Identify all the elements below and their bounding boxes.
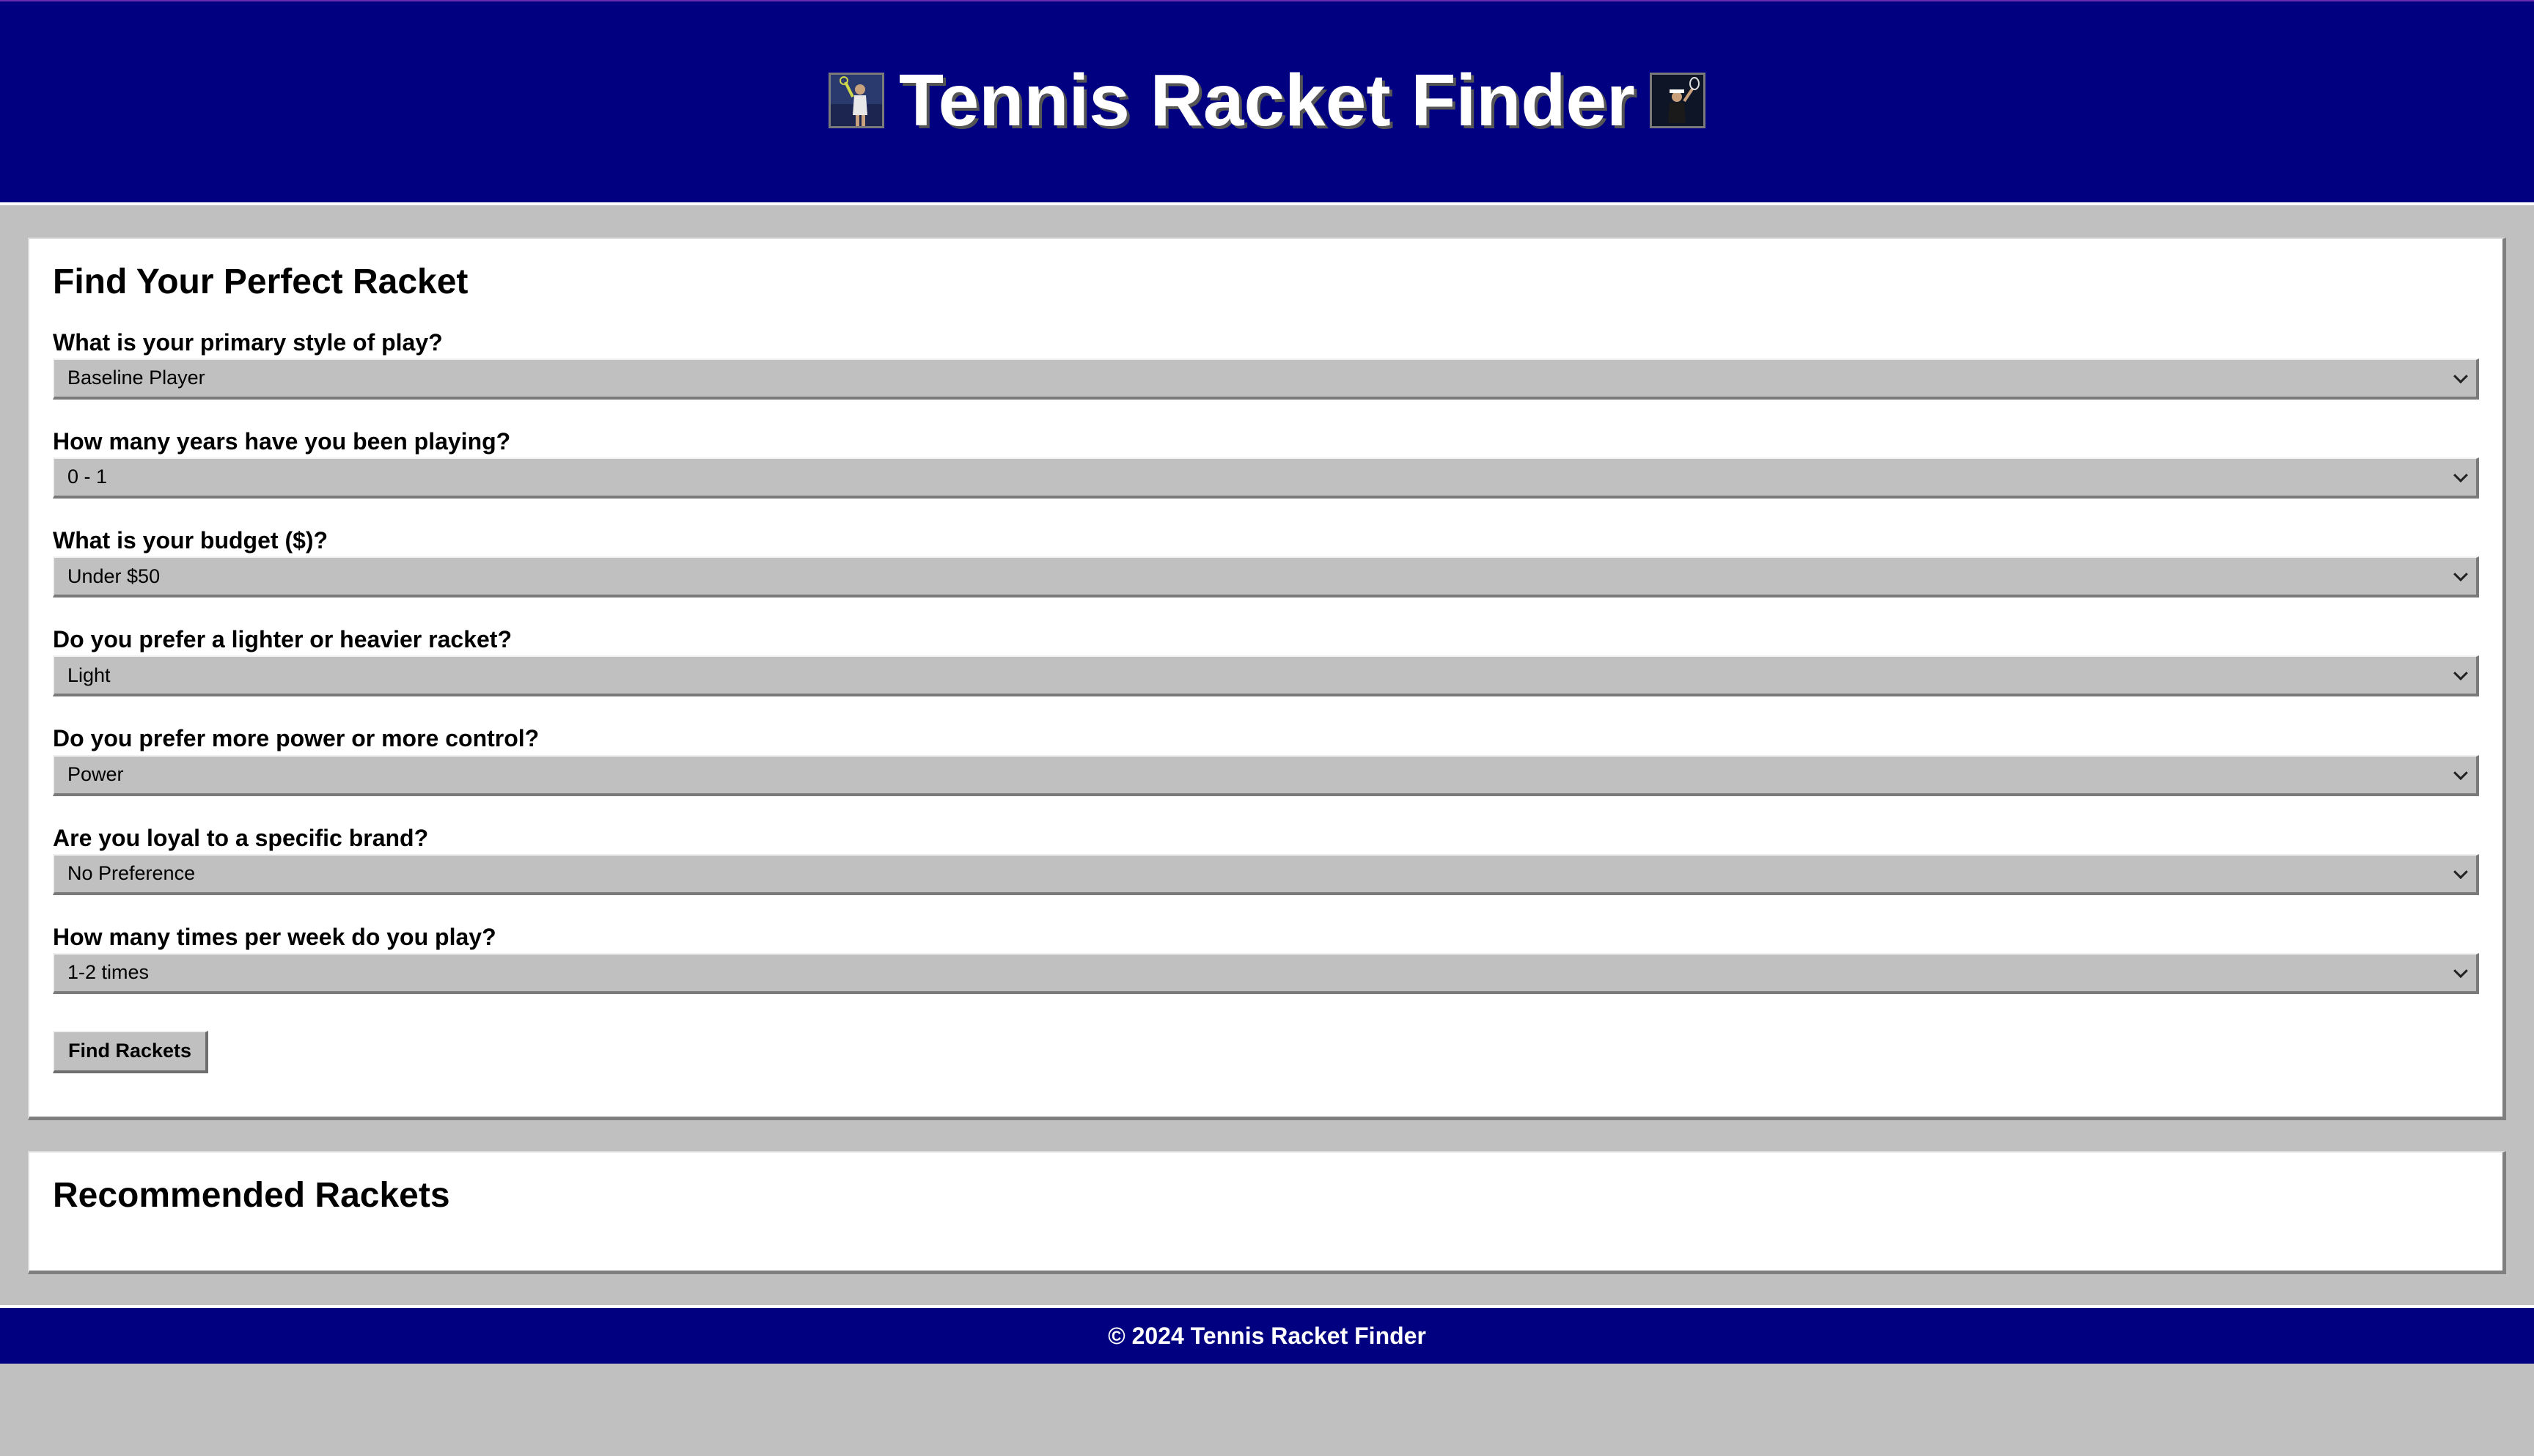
question-years-playing: How many years have you been playing? 0 … — [53, 427, 2479, 499]
question-label: How many times per week do you play? — [53, 923, 496, 950]
chevron-down-icon — [2453, 468, 2468, 483]
racket-finder-form: Find Your Perfect Racket What is your pr… — [28, 238, 2506, 1120]
site-header: Tennis Racket Finder — [0, 0, 2534, 205]
question-budget: What is your budget ($)? Under $50 — [53, 526, 2479, 598]
question-label: Do you prefer a lighter or heavier racke… — [53, 626, 512, 653]
footer-copyright: © 2024 Tennis Racket Finder — [1108, 1322, 1426, 1349]
budget-select[interactable]: Under $50 — [53, 556, 2479, 598]
chevron-down-icon — [2453, 369, 2468, 383]
weight-select[interactable]: Light — [53, 655, 2479, 697]
select-value: 0 - 1 — [67, 466, 108, 488]
play-style-select[interactable]: Baseline Player — [53, 358, 2479, 400]
tennis-player-image-left — [829, 73, 885, 128]
question-label: Are you loyal to a specific brand? — [53, 824, 429, 851]
site-title: Tennis Racket Finder — [899, 59, 1635, 141]
select-value: 1-2 times — [67, 961, 150, 984]
brand-select[interactable]: No Preference — [53, 853, 2479, 895]
form-heading: Find Your Perfect Racket — [53, 262, 469, 301]
question-play-style: What is your primary style of play? Base… — [53, 328, 2479, 400]
chevron-down-icon — [2453, 864, 2468, 879]
power-control-select[interactable]: Power — [53, 754, 2479, 796]
question-label: What is your primary style of play? — [53, 328, 443, 356]
find-rackets-button[interactable]: Find Rackets — [53, 1030, 208, 1073]
question-label: What is your budget ($)? — [53, 526, 328, 554]
chevron-down-icon — [2453, 666, 2468, 681]
select-value: Under $50 — [67, 565, 161, 587]
select-value: Light — [67, 663, 111, 686]
question-brand: Are you loyal to a specific brand? No Pr… — [53, 824, 2479, 895]
select-value: No Preference — [67, 862, 196, 885]
question-weight: Do you prefer a lighter or heavier racke… — [53, 626, 2479, 697]
years-playing-select[interactable]: 0 - 1 — [53, 457, 2479, 499]
chevron-down-icon — [2453, 567, 2468, 582]
question-label: Do you prefer more power or more control… — [53, 725, 540, 752]
select-value: Power — [67, 763, 124, 786]
question-frequency: How many times per week do you play? 1-2… — [53, 924, 2479, 994]
question-power-control: Do you prefer more power or more control… — [53, 725, 2479, 796]
results-heading: Recommended Rackets — [53, 1176, 450, 1215]
chevron-down-icon — [2453, 963, 2468, 979]
site-footer: © 2024 Tennis Racket Finder — [0, 1305, 2534, 1364]
title-wrap: Tennis Racket Finder — [829, 64, 1705, 137]
select-value: Baseline Player — [67, 367, 205, 389]
tennis-player-image-right — [1649, 73, 1705, 128]
question-label: How many years have you been playing? — [53, 427, 511, 455]
frequency-select[interactable]: 1-2 times — [53, 952, 2479, 994]
chevron-down-icon — [2453, 765, 2468, 780]
recommended-rackets-panel: Recommended Rackets — [28, 1151, 2506, 1274]
